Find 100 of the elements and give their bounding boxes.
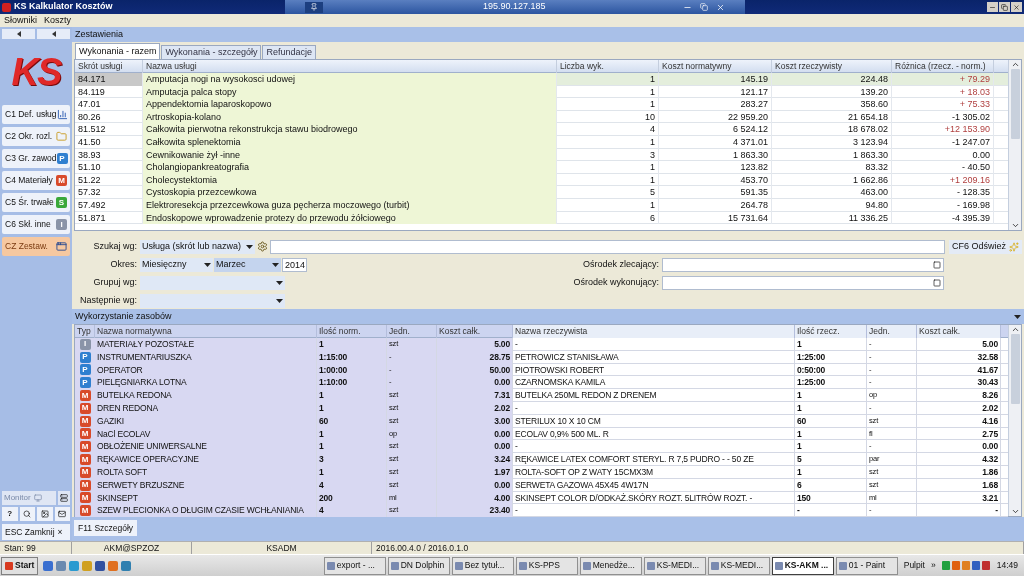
settings-icon[interactable]: [257, 241, 268, 252]
taskbar-button[interactable]: KS-MEDI...: [707, 556, 770, 575]
scroll-up-icon[interactable]: [1010, 60, 1020, 69]
taskbar-button[interactable]: KS-PPS: [515, 556, 578, 575]
table-row[interactable]: 38.93 Cewnikowanie żył -inne 3 1 863.30 1 863.30 0.00: [75, 148, 1008, 162]
taskbar-button[interactable]: Bez tytuł...: [451, 556, 514, 575]
type-icon: P: [79, 377, 91, 389]
quick-launch-icon[interactable]: [95, 560, 106, 571]
nav-button[interactable]: C2 Okr. rozl.: [2, 127, 70, 146]
collapse-button[interactable]: [2, 29, 35, 39]
close-button[interactable]: [1011, 2, 1022, 12]
table-cell: +12 153.90: [892, 123, 994, 136]
close-panel-button[interactable]: ESC Zamknij ×: [2, 524, 70, 540]
nav-button[interactable]: C5 Śr. trwałe S: [2, 193, 70, 212]
type-icon: M: [79, 402, 91, 414]
collapse-button[interactable]: [37, 29, 70, 39]
scroll-thumb[interactable]: [1010, 69, 1020, 139]
search-button[interactable]: [19, 507, 35, 521]
column-header[interactable]: Nazwa rzeczywista: [513, 325, 795, 338]
month-dropdown[interactable]: Marzec: [214, 257, 281, 272]
quick-launch-icon[interactable]: [69, 560, 80, 571]
table-row[interactable]: 51.10 Cholangiopankreatografia 1 123.82 83.32 - 40.50: [75, 161, 1008, 174]
letter-icon: P: [56, 153, 68, 164]
table-row[interactable]: 57.32 Cystoskopia przezcewkowa 5 591.35 463.00 - 128.35: [75, 186, 1008, 199]
restore-icon[interactable]: [700, 3, 708, 11]
quick-launch-icon[interactable]: [121, 560, 132, 571]
dropdown-icon: [204, 262, 211, 267]
nav-button[interactable]: C6 Skł. inne I: [2, 215, 70, 234]
search-by-dropdown[interactable]: Usługa (skrót lub nazwa): [140, 239, 255, 254]
table-cell: + 79.29: [892, 73, 994, 86]
table-cell: 6: [557, 211, 659, 225]
table-row[interactable]: 57.492 Elektroresekcja przezcewkowa guza pęcherza moczowego (turbit) 1 264.78 94.80 - 169.98: [75, 198, 1008, 212]
table-cell: 4.16: [917, 414, 1001, 428]
table-cell: -4 395.39: [892, 211, 994, 225]
year-field[interactable]: 2014: [282, 257, 307, 272]
tab[interactable]: Wykonania - razem: [75, 43, 161, 59]
menu-item[interactable]: Słowniki: [4, 13, 37, 28]
quick-launch-icon[interactable]: [108, 560, 119, 571]
table-cell: Cystoskopia przezcewkowa: [143, 186, 557, 199]
table-row[interactable]: 81.512 Całkowita pierwotna rekonstrukcja stawu biodrowego 4 6 524.12 18 678.02 +12 153.90: [75, 123, 1008, 136]
scroll-down-icon[interactable]: [1010, 507, 1020, 516]
quick-launch-icon[interactable]: [43, 560, 54, 571]
table-cell: 3.21: [917, 491, 1001, 505]
table-cell: 591.35: [659, 186, 772, 199]
letter-icon: I: [56, 219, 67, 230]
details-tab[interactable]: F11 Szczegóły: [74, 520, 138, 536]
restore-icon: [1001, 3, 1008, 11]
scrollbar[interactable]: [1008, 325, 1021, 516]
table-cell: 0.00: [437, 440, 513, 454]
help-button[interactable]: ?: [2, 507, 18, 521]
scrollbar[interactable]: [1008, 60, 1021, 230]
column-header[interactable]: Koszt całk.: [917, 325, 1001, 338]
ordering-unit-field[interactable]: [662, 257, 944, 272]
more-button[interactable]: »: [931, 559, 936, 572]
tab[interactable]: Wykonania - szczegóły: [161, 45, 262, 59]
pin-button[interactable]: [305, 1, 323, 13]
taskbar-button[interactable]: Menedże...: [579, 556, 642, 575]
minimize-button[interactable]: [987, 2, 998, 12]
menu-item[interactable]: Koszty: [44, 13, 72, 28]
table-cell: 2.75: [917, 427, 1001, 441]
refresh-button[interactable]: CF6 Odśwież: [949, 239, 1022, 254]
desktop-button[interactable]: Pulpit: [903, 559, 925, 572]
table-row[interactable]: 47.01 Appendektomia laparoskopowo 1 283.27 358.60 + 75.33: [75, 98, 1008, 111]
server-button[interactable]: [58, 491, 70, 505]
nav-button[interactable]: C1 Def. usług: [2, 105, 70, 124]
image-button[interactable]: [37, 507, 53, 521]
quick-launch-icon[interactable]: [56, 560, 67, 571]
table-row[interactable]: 51.871 Endoskopowe wprowadzenie protezy do przewodu żółciowego 6 15 731.64 11 336.25 -4 395.39: [75, 211, 1008, 225]
scroll-up-icon[interactable]: [1010, 325, 1020, 334]
nav-button[interactable]: C4 Materiały M: [2, 171, 70, 190]
taskbar-button[interactable]: KS-MEDI...: [643, 556, 706, 575]
restore-button[interactable]: [999, 2, 1010, 12]
column-header[interactable]: Ilość rzecz.: [795, 325, 867, 338]
nav-button[interactable]: CZ Zestaw.: [2, 237, 70, 256]
column-header[interactable]: Jedn.: [867, 325, 917, 338]
table-row[interactable]: 51.22 Cholecystektomia 1 453.70 1 662.86 +1 209.16: [75, 173, 1008, 187]
scroll-thumb[interactable]: [1010, 334, 1020, 404]
table-cell: 84.171: [75, 73, 143, 86]
close-icon[interactable]: [716, 2, 725, 12]
table-cell: ECOLAV 0,9% 500 ML. R: [513, 427, 795, 441]
period-dropdown[interactable]: Miesięczny: [140, 257, 213, 272]
executing-unit-field[interactable]: [662, 275, 944, 290]
search-icon: [23, 510, 32, 518]
mail-button[interactable]: [54, 507, 70, 521]
table-cell: 41.67: [917, 363, 1001, 377]
taskbar-button[interactable]: export - ...: [323, 556, 386, 575]
nav-button[interactable]: C3 Gr. zawod P: [2, 149, 70, 168]
taskbar-button[interactable]: DN Dolphin: [387, 556, 450, 575]
scroll-down-icon[interactable]: [1010, 221, 1020, 230]
start-button[interactable]: Start: [1, 556, 39, 575]
table-row[interactable]: 41.50 Całkowita splenektomia 1 4 371.01 3 123.94 -1 247.07: [75, 135, 1008, 149]
type-icon: M: [79, 415, 91, 427]
table-row[interactable]: 80.26 Artroskopia-kolano 10 22 959.20 21 654.18 -1 305.02: [75, 110, 1008, 124]
search-field[interactable]: [270, 239, 945, 254]
taskbar-button[interactable]: 01 - Paint: [835, 556, 898, 575]
taskbar-button[interactable]: KS-AKM ...: [771, 556, 834, 575]
tab[interactable]: Refundacje: [262, 45, 316, 59]
table-row[interactable]: 84.119 Amputacja palca stopy 1 121.17 139.20 + 18.03: [75, 85, 1008, 99]
table-row[interactable]: 84.171 Amputacja nogi na wysokosci udowej 1 145.19 224.48 + 79.29: [75, 73, 1008, 86]
table-cell: 1: [795, 440, 867, 454]
